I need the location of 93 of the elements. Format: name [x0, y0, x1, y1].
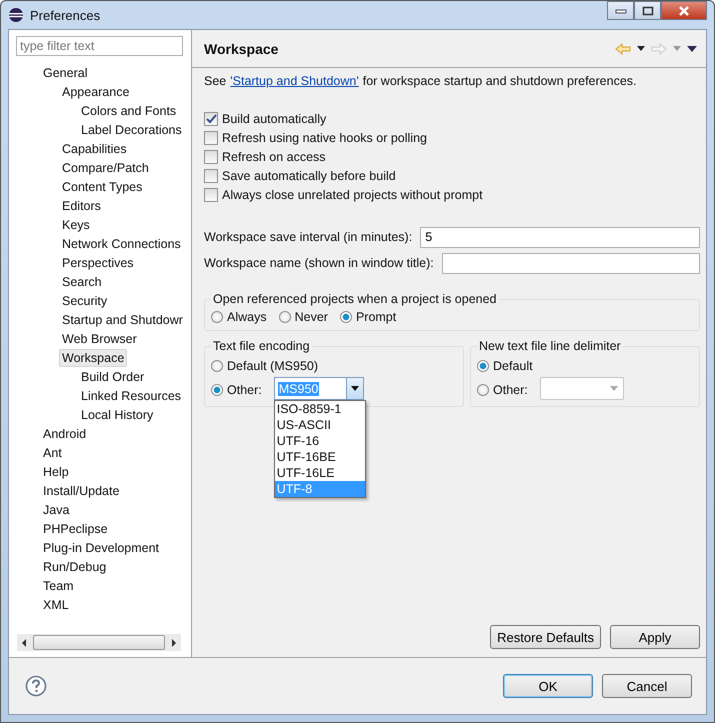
dropdown-caret-icon[interactable]	[637, 46, 645, 51]
workspace-name-field[interactable]	[442, 252, 700, 274]
checkbox-label: Save automatically before build	[222, 169, 396, 183]
group-title: New text file line delimiter	[478, 339, 622, 353]
radio-label: Other:	[493, 382, 528, 396]
tree-item[interactable]: Perspectives	[59, 254, 137, 272]
dropdown-caret-icon[interactable]	[350, 386, 359, 391]
group-title: Open referenced projects when a project is opened	[212, 292, 498, 306]
tree-item[interactable]: Startup and Shutdowr	[59, 310, 186, 328]
delimiter-combo[interactable]	[540, 377, 624, 400]
dropdown-option[interactable]: UTF-16	[274, 433, 365, 449]
radio-label: Other:	[227, 382, 262, 396]
radio-button[interactable]	[211, 360, 223, 372]
tree-item[interactable]: Capabilities	[59, 140, 130, 158]
scroll-thumb[interactable]	[33, 635, 165, 650]
radio-button[interactable]	[477, 360, 489, 372]
checkbox[interactable]	[204, 112, 218, 126]
startup-link[interactable]: 'Startup and Shutdown'	[230, 74, 359, 88]
tree-item[interactable]: Team	[40, 576, 77, 594]
tree-item[interactable]: Run/Debug	[40, 558, 110, 576]
checkbox[interactable]	[204, 131, 218, 145]
group-title: Text file encoding	[212, 339, 311, 353]
back-arrow-icon[interactable]	[615, 42, 631, 54]
dropdown-option[interactable]: UTF-16LE	[274, 465, 365, 481]
tree-item[interactable]: Web Browser	[59, 330, 140, 348]
minimize-button[interactable]	[607, 1, 634, 20]
tree-item[interactable]: Search	[59, 272, 105, 290]
filter-field[interactable]: type filter text	[16, 36, 183, 56]
tree-item[interactable]: Security	[59, 292, 110, 310]
radio-label: Prompt	[356, 310, 396, 324]
tree-item[interactable]: Android	[40, 424, 90, 442]
dropdown-option[interactable]: UTF-16BE	[274, 449, 365, 465]
radio-button[interactable]	[278, 311, 291, 323]
checkbox-label: Refresh on access	[222, 150, 326, 164]
page-title: Workspace	[204, 40, 278, 56]
tree-item[interactable]: Editors	[59, 196, 104, 214]
horizontal-scrollbar[interactable]	[17, 634, 181, 651]
tree-item[interactable]: Workspace	[59, 348, 128, 366]
checkbox[interactable]	[204, 188, 218, 202]
interval-field[interactable]: 5	[420, 226, 700, 248]
radio-label: Default (MS950)	[227, 359, 318, 373]
checkbox[interactable]	[204, 150, 218, 164]
radio-label: Default	[493, 359, 533, 373]
field-label: Workspace save interval (in minutes):	[204, 230, 412, 244]
checkbox-label: Always close unrelated projects without prompt	[222, 188, 483, 202]
checkbox[interactable]	[204, 169, 218, 183]
radio-button[interactable]	[211, 311, 223, 323]
minimize-icon	[614, 8, 626, 14]
tree-item[interactable]: Content Types	[59, 178, 146, 196]
tree-item[interactable]: General	[40, 64, 90, 82]
field-label: Workspace name (shown in window title):	[204, 256, 434, 270]
maximize-icon	[642, 6, 654, 16]
intro-text: See	[204, 74, 226, 88]
window-title: Preferences	[30, 8, 100, 22]
dialog-button[interactable]: Cancel	[602, 674, 692, 698]
tree-item[interactable]: Keys	[59, 216, 93, 234]
sphere-icon	[8, 7, 24, 23]
tree-item[interactable]: Appearance	[59, 82, 132, 100]
page-button[interactable]: Apply	[610, 625, 700, 649]
scroll-right-icon[interactable]	[171, 638, 177, 646]
dialog-button[interactable]: OK	[503, 674, 593, 698]
tree-item[interactable]: Plug-in Development	[40, 538, 162, 556]
dropdown-option[interactable]: ISO-8859-1	[274, 401, 365, 417]
maximize-button[interactable]	[634, 1, 661, 20]
tree-item[interactable]: Build Order	[78, 368, 148, 386]
intro-text: for workspace startup and shutdown preferences.	[362, 74, 636, 88]
checkbox-label: Refresh using native hooks or polling	[222, 131, 427, 145]
radio-label: Always	[227, 310, 267, 324]
page-button[interactable]: Restore Defaults	[490, 625, 601, 649]
tree-item[interactable]: PHPeclipse	[40, 520, 111, 538]
help-icon[interactable]	[25, 675, 47, 697]
dropdown-option[interactable]: US-ASCII	[274, 417, 365, 433]
radio-button[interactable]	[477, 384, 489, 396]
tree-item[interactable]: Java	[40, 500, 72, 518]
tree-item[interactable]: Help	[40, 462, 72, 480]
tree-item[interactable]: Label Decorations	[78, 120, 185, 138]
tree-item[interactable]: Colors and Fonts	[78, 102, 180, 120]
radio-button[interactable]	[340, 311, 352, 323]
tree-item[interactable]: Network Connections	[59, 234, 184, 252]
tree-item[interactable]: Linked Resources	[78, 386, 184, 404]
tree-item[interactable]: Compare/Patch	[59, 158, 152, 176]
view-menu-icon[interactable]	[687, 46, 697, 52]
checkbox-label: Build automatically	[222, 112, 326, 126]
tree-item[interactable]: Install/Update	[40, 482, 122, 500]
tree-item[interactable]: XML	[40, 596, 72, 614]
tree-item[interactable]: Local History	[78, 406, 156, 424]
radio-button[interactable]	[211, 384, 223, 396]
radio-label: Never	[294, 310, 328, 324]
close-icon	[678, 6, 690, 16]
tree-item[interactable]: Ant	[40, 444, 65, 462]
combo-value: MS950	[278, 382, 320, 396]
close-button[interactable]	[661, 1, 707, 20]
scroll-left-icon[interactable]	[21, 638, 27, 646]
